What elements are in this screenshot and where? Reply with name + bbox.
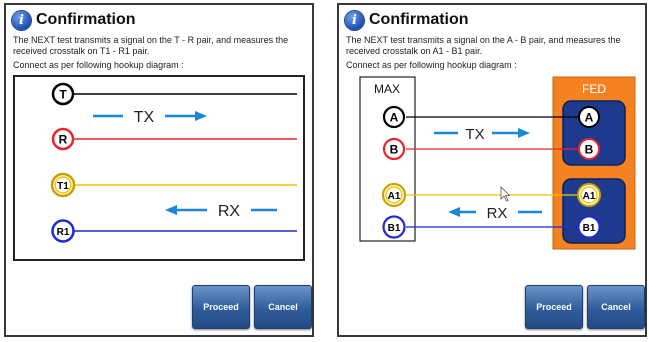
- proceed-button[interactable]: Proceed: [525, 285, 583, 329]
- svg-text:B1: B1: [583, 223, 596, 234]
- max-box: [359, 76, 416, 242]
- fed-pin-a1: A1: [577, 183, 601, 207]
- hookup-instruction: Connect as per following hookup diagram …: [346, 60, 517, 70]
- rx-arrow-icon: [448, 207, 460, 217]
- dialog-title: Confirmation: [36, 11, 136, 28]
- confirmation-dialog-tr: i Confirmation The NEXT test transmits a…: [4, 3, 314, 337]
- pin-t: T: [51, 82, 75, 106]
- svg-text:T: T: [59, 88, 67, 102]
- svg-text:T1: T1: [57, 181, 69, 192]
- cancel-button[interactable]: Cancel: [587, 285, 645, 329]
- pin-t1: T1: [50, 172, 76, 198]
- svg-text:R: R: [59, 133, 68, 147]
- confirmation-dialog-ab: i Confirmation The NEXT test transmits a…: [337, 3, 647, 337]
- tx-label: TX: [134, 109, 155, 126]
- svg-text:A1: A1: [583, 191, 596, 202]
- rx-arrow-icon: [165, 205, 177, 215]
- fed-label: FED: [582, 82, 606, 96]
- pin-r1: R1: [51, 219, 75, 243]
- button-bar: Proceed Cancel: [6, 279, 312, 335]
- hookup-instruction: Connect as per following hookup diagram …: [13, 60, 184, 70]
- tx-arrow-icon: [518, 128, 530, 138]
- dialog-description: The NEXT test transmits a signal on the …: [346, 35, 621, 56]
- svg-text:A: A: [585, 111, 594, 125]
- dialog-description: The NEXT test transmits a signal on the …: [13, 35, 289, 56]
- max-pin-b: B: [382, 137, 406, 161]
- svg-text:A1: A1: [388, 191, 401, 202]
- max-pin-a: A: [382, 105, 406, 129]
- mouse-cursor-icon: [500, 186, 511, 202]
- svg-text:B1: B1: [388, 223, 401, 234]
- dialog-header: i Confirmation: [345, 9, 469, 31]
- hookup-diagram-svg: MAX FED TX RX A B A1 B1 A B A1 B1: [359, 76, 636, 250]
- rx-label: RX: [218, 203, 241, 220]
- pin-r: R: [51, 127, 75, 151]
- hookup-diagram: TX RX T R T1 R1: [13, 75, 305, 261]
- info-icon: i: [345, 10, 364, 30]
- dialog-title: Confirmation: [369, 11, 469, 28]
- max-pin-a1: A1: [381, 182, 407, 208]
- svg-text:A: A: [390, 111, 399, 125]
- fed-pin-b1: B1: [577, 215, 601, 239]
- svg-text:B: B: [390, 143, 399, 157]
- hookup-diagram-svg: TX RX T R T1 R1: [50, 82, 297, 243]
- proceed-button[interactable]: Proceed: [192, 285, 250, 329]
- tx-arrow-icon: [195, 111, 207, 121]
- cancel-button[interactable]: Cancel: [254, 285, 312, 329]
- info-icon: i: [12, 10, 31, 30]
- svg-text:R1: R1: [57, 227, 70, 238]
- rx-label: RX: [487, 205, 508, 222]
- fed-pin-a: A: [578, 106, 600, 128]
- tx-label: TX: [465, 126, 484, 143]
- max-label: MAX: [374, 82, 400, 96]
- svg-text:B: B: [585, 143, 594, 157]
- button-bar: Proceed Cancel: [339, 279, 645, 335]
- dialog-header: i Confirmation: [12, 9, 136, 31]
- max-pin-b1: B1: [382, 215, 406, 239]
- fed-pin-b: B: [578, 138, 600, 160]
